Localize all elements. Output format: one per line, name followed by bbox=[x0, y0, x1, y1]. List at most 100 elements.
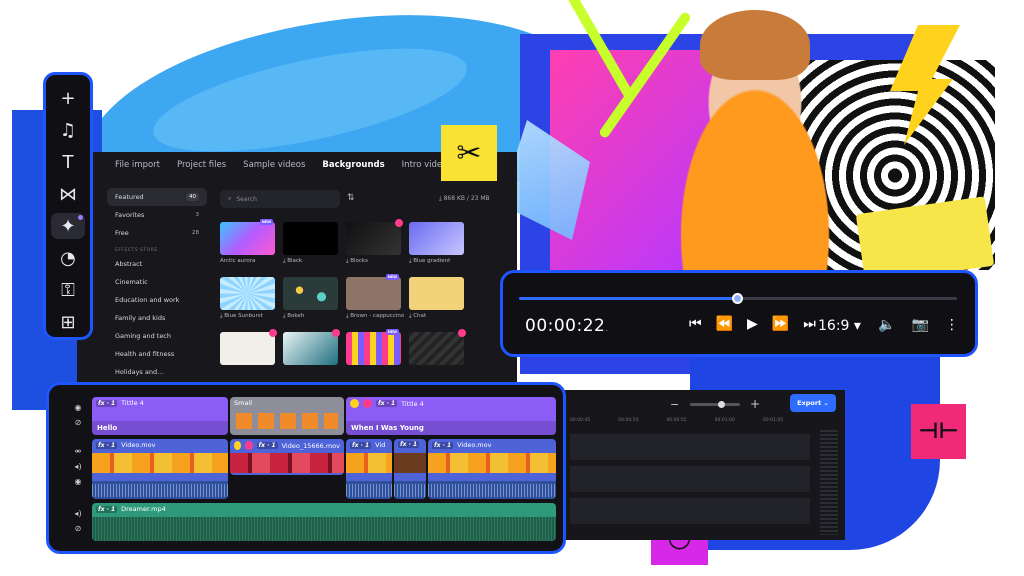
ruler-tick: 00:01:00 bbox=[714, 418, 735, 423]
video-thumbnails bbox=[394, 453, 426, 473]
video-clip[interactable]: fx · 1 bbox=[394, 439, 426, 499]
video-clip[interactable]: fx · 1 Video.mov bbox=[428, 439, 556, 499]
audio-waveform bbox=[92, 481, 228, 499]
text-icon[interactable]: T bbox=[51, 149, 85, 175]
background-tile[interactable]: ⤓ Blue Sunburst bbox=[220, 277, 275, 323]
background-tile[interactable]: NEW Arctic aurora bbox=[220, 219, 275, 268]
new-badge: NEW bbox=[385, 274, 399, 280]
background-tile[interactable] bbox=[220, 329, 277, 378]
background-label: ⤓ Chat bbox=[409, 313, 464, 323]
background-label: Arctic aurora bbox=[220, 258, 275, 268]
effects-icon[interactable]: ✦ bbox=[51, 213, 85, 239]
background-grid: NEW Arctic aurora ⤓ Black ⤓ Blocks ⤓ Blue gr… bbox=[220, 219, 466, 378]
seek-handle[interactable] bbox=[732, 293, 743, 304]
background-tile[interactable]: NEW ⤓ Brown - cappuccino bbox=[346, 274, 405, 323]
background-tile[interactable]: ⤓ Blocks bbox=[346, 219, 403, 268]
tab-backgrounds[interactable]: Backgrounds bbox=[322, 160, 384, 170]
store-category-item[interactable]: Cinematic bbox=[107, 273, 207, 291]
export-button[interactable]: Export ⌄ bbox=[790, 394, 836, 412]
title-clip-when-i-was-young[interactable]: fx · 1 Tittle 4 When I Was Young bbox=[346, 397, 556, 435]
unlink-icon[interactable]: ⚮ bbox=[75, 447, 82, 456]
transitions-icon[interactable]: ⋈ bbox=[51, 181, 85, 207]
video-clip[interactable]: fx · 1 Video.mov bbox=[92, 439, 228, 499]
sticker-icon[interactable]: ◔ bbox=[51, 245, 85, 271]
store-category-item[interactable]: Holidays and... bbox=[107, 363, 207, 381]
more-menu-icon[interactable]: ⋮ bbox=[945, 317, 959, 333]
fast-forward-icon[interactable]: ⏩ bbox=[772, 316, 789, 332]
skip-end-icon[interactable]: ⏭ bbox=[803, 316, 816, 332]
plus-icon[interactable]: + bbox=[51, 85, 85, 111]
title-track-controls: ◉ ⊘ bbox=[69, 403, 87, 427]
sort-icon[interactable]: ⇅ bbox=[347, 193, 355, 203]
zoom-handle[interactable] bbox=[718, 401, 725, 408]
search-input[interactable]: ⌕ Search bbox=[220, 190, 340, 208]
background-tile[interactable]: NEW bbox=[346, 329, 401, 378]
audio-waveform bbox=[346, 481, 392, 499]
category-free[interactable]: Free 28 bbox=[107, 224, 207, 242]
background-tile[interactable] bbox=[283, 329, 340, 378]
video-clip[interactable]: fx · 1 Vid bbox=[346, 439, 392, 499]
store-category-item[interactable]: Abstract bbox=[107, 255, 207, 273]
background-label bbox=[220, 368, 275, 378]
category-featured[interactable]: Featured 40 bbox=[107, 188, 207, 206]
zoom-slider[interactable] bbox=[690, 401, 740, 408]
zoom-in-icon[interactable]: + bbox=[750, 397, 760, 411]
seek-bar-fill bbox=[519, 297, 738, 300]
store-category-item[interactable]: Gaming and tech bbox=[107, 327, 207, 345]
video-clip[interactable]: fx · 1 Video_15666.mov bbox=[230, 439, 344, 475]
tab-file-import[interactable]: File import bbox=[115, 160, 160, 170]
background-tile[interactable]: ⤓ Bokeh bbox=[283, 277, 338, 323]
visibility-icon[interactable]: ◉ bbox=[75, 403, 82, 412]
background-thumbnail: NEW bbox=[220, 219, 275, 255]
split-marker-icon: ⊣⊢ bbox=[911, 404, 966, 459]
play-icon[interactable]: ▶ bbox=[747, 316, 758, 332]
category-favorites[interactable]: Favorites 3 bbox=[107, 206, 207, 224]
background-thumbnail bbox=[220, 329, 277, 365]
store-category-item[interactable]: Education and work bbox=[107, 291, 207, 309]
new-badge: NEW bbox=[259, 219, 273, 225]
tool-sidebar: + ♫ T ⋈ ✦ ◔ ⚿ ⊞ bbox=[43, 72, 93, 340]
snapshot-icon[interactable]: 📷 bbox=[911, 317, 928, 333]
background-tile[interactable] bbox=[409, 329, 466, 378]
rewind-icon[interactable]: ⏪ bbox=[716, 316, 733, 332]
hide-icon[interactable]: ⊘ bbox=[75, 524, 82, 533]
crown-icon bbox=[234, 441, 242, 450]
background-tile[interactable]: ⤓ Chat bbox=[409, 277, 464, 323]
audio-clip-dreamer[interactable]: fx · 1 Dreamer.mp4 bbox=[92, 503, 556, 541]
background-label: ⤓ Blue gradient bbox=[409, 258, 464, 268]
browser-tabs: File import Project files Sample videos … bbox=[115, 160, 452, 170]
zoom-out-icon[interactable]: − bbox=[670, 398, 679, 411]
background-thumbnail bbox=[409, 222, 464, 255]
scissors-icon: ✂ bbox=[441, 125, 497, 181]
sticker-clip-smail[interactable]: Smail bbox=[230, 397, 344, 435]
visibility-icon[interactable]: ◉ bbox=[75, 477, 82, 486]
video-thumbnails bbox=[346, 453, 392, 473]
more-icon[interactable]: ⊞ bbox=[51, 309, 85, 335]
time-ruler: 00:00:45 00:00:50 00:00:55 00:01:00 00:01:05 bbox=[570, 418, 783, 423]
store-category-item[interactable]: Health and fitness bbox=[107, 345, 207, 363]
audio-icon[interactable]: ◂) bbox=[74, 509, 81, 518]
tab-sample-videos[interactable]: Sample videos bbox=[243, 160, 305, 170]
audio-waveform bbox=[92, 517, 556, 541]
background-label: ⤓ Blue Sunburst bbox=[220, 313, 275, 323]
plugins-icon[interactable]: ⚿ bbox=[51, 277, 85, 303]
volume-icon[interactable]: 🔈 bbox=[878, 317, 895, 333]
audio-track-controls: ◂) ⊘ bbox=[69, 509, 87, 533]
seek-bar[interactable] bbox=[519, 293, 957, 304]
hide-icon[interactable]: ⊘ bbox=[75, 418, 82, 427]
music-icon[interactable]: ♫ bbox=[51, 117, 85, 143]
background-name: Blue gradient bbox=[413, 258, 451, 264]
audio-level-meter bbox=[820, 430, 838, 535]
premium-crown-icon bbox=[269, 329, 277, 337]
background-tile[interactable]: ⤓ Black bbox=[283, 222, 338, 268]
aspect-ratio-select[interactable]: 16:9 ▾ bbox=[818, 318, 861, 334]
tab-project-files[interactable]: Project files bbox=[177, 160, 226, 170]
background-name: Brown - cappuccino bbox=[350, 313, 405, 319]
audio-icon[interactable]: ◂) bbox=[74, 462, 81, 471]
skip-start-icon[interactable]: ⏮ bbox=[689, 316, 702, 332]
background-tile[interactable]: ⤓ Blue gradient bbox=[409, 222, 464, 268]
store-category-item[interactable]: Family and kids bbox=[107, 309, 207, 327]
audio-waveform bbox=[428, 481, 556, 499]
background-thumbnail bbox=[220, 277, 275, 310]
title-clip-hello[interactable]: fx · 1 Tittle 4 Hello bbox=[92, 397, 228, 435]
